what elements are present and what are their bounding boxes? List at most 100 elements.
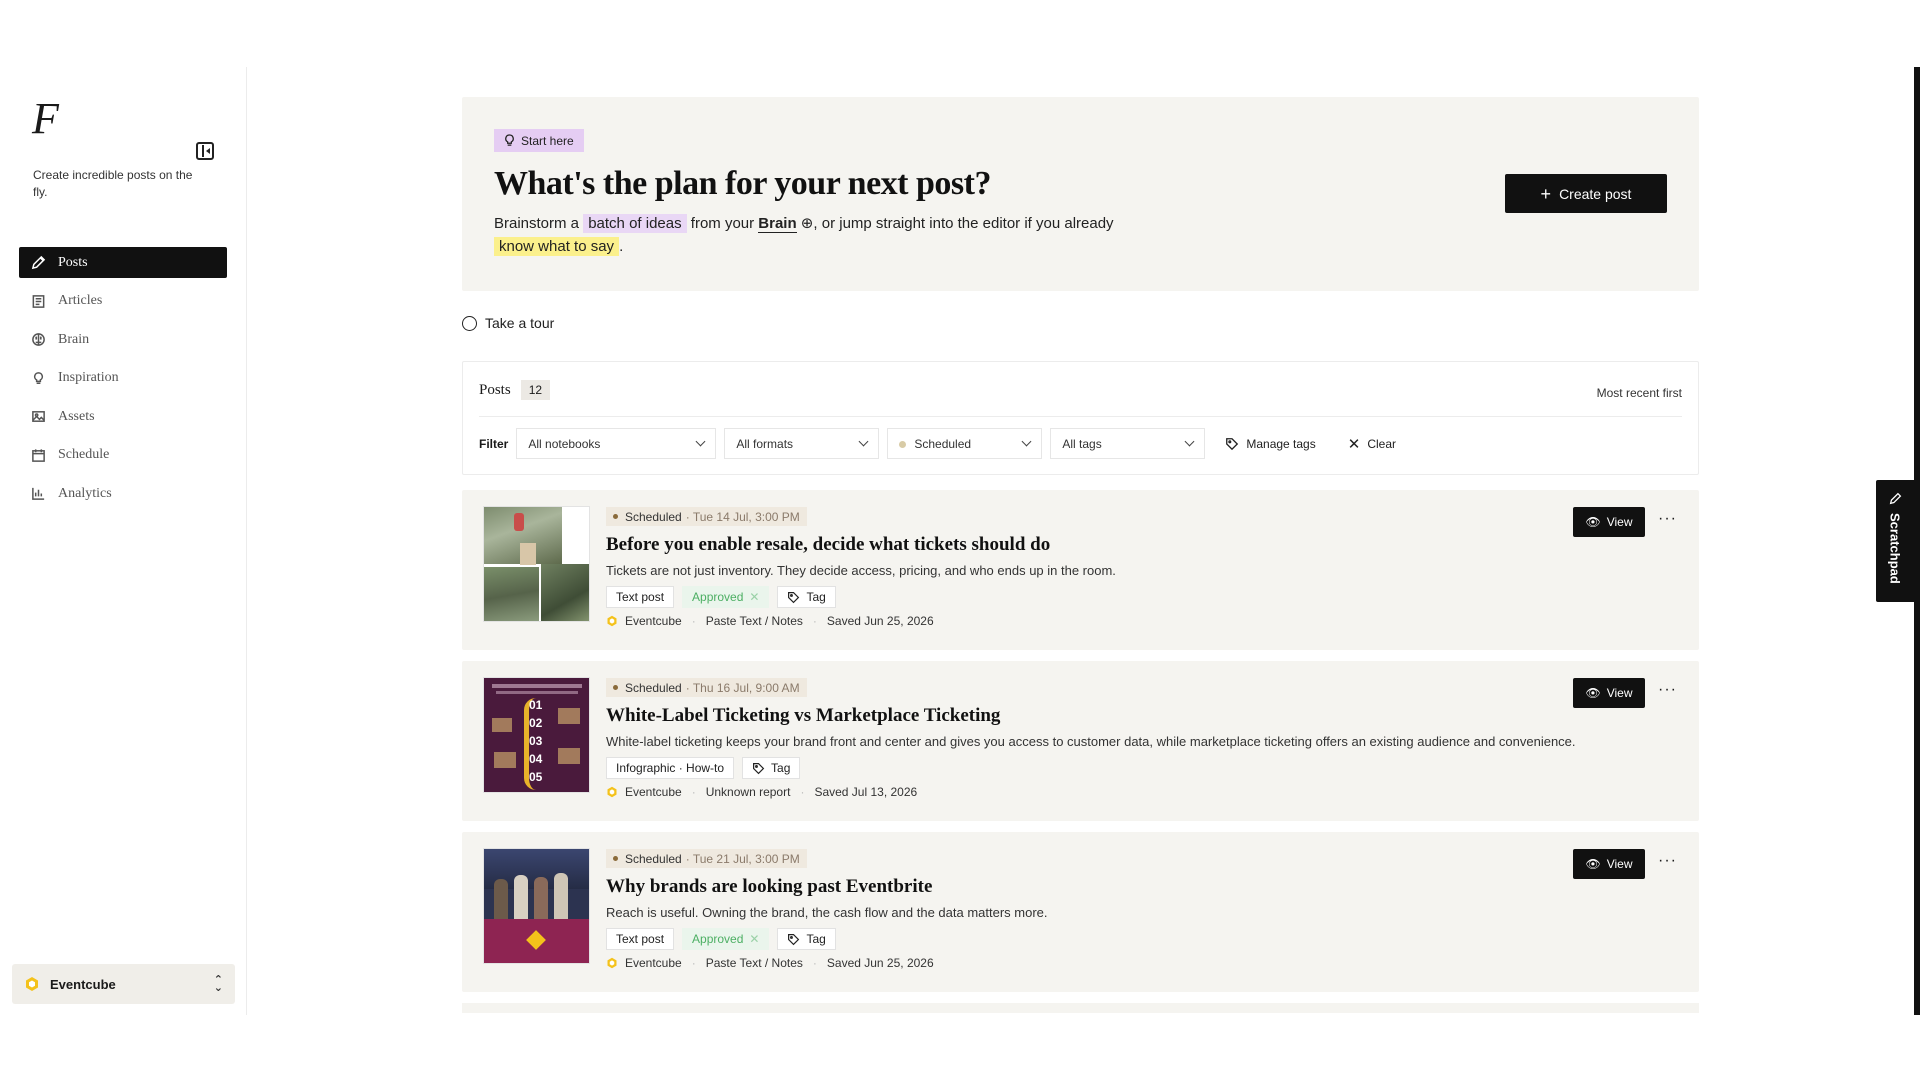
post-chips: Text post Approved ✕ Tag bbox=[606, 586, 1681, 608]
post-saved-date: Saved Jun 25, 2026 bbox=[826, 956, 934, 970]
sidebar-item-articles[interactable]: Articles bbox=[19, 286, 227, 317]
view-label: View bbox=[1606, 515, 1633, 529]
sidebar-item-label: Schedule bbox=[58, 447, 110, 462]
brain-icon: ⊕ bbox=[796, 215, 814, 232]
sidebar-item-analytics[interactable]: Analytics bbox=[19, 478, 227, 509]
post-meta: Eventcube · Paste Text / Notes · Saved J… bbox=[606, 614, 1681, 628]
format-chip: Infographic · How-to bbox=[606, 757, 735, 779]
scratchpad-label: Scratchpad bbox=[1887, 513, 1903, 584]
post-title[interactable]: Why brands are looking past Eventbrite bbox=[606, 876, 1681, 898]
sidebar-item-schedule[interactable]: Schedule bbox=[19, 440, 227, 471]
post-description: White-label ticketing keeps your brand f… bbox=[606, 734, 1576, 749]
next-post-card-edge bbox=[462, 1003, 1699, 1013]
post-source: Paste Text / Notes bbox=[705, 614, 803, 628]
eventcube-logo-icon bbox=[607, 615, 617, 627]
posts-title: Posts bbox=[479, 381, 511, 398]
eye-icon: 👁 bbox=[1585, 857, 1601, 871]
post-thumbnail-photo-collage bbox=[483, 506, 590, 622]
sidebar: F Create incredible posts on the fly. Po… bbox=[0, 67, 247, 1015]
collapse-sidebar-icon[interactable] bbox=[196, 142, 214, 160]
infographic-step: 04 bbox=[529, 752, 543, 766]
infographic-step: 03 bbox=[529, 734, 543, 748]
more-options-icon[interactable]: ··· bbox=[1658, 682, 1677, 698]
brain-link[interactable]: Brain bbox=[758, 215, 797, 233]
tag-chip[interactable]: Tag bbox=[777, 586, 836, 608]
approved-label: Approved bbox=[692, 590, 744, 604]
brand-name: Eventcube bbox=[625, 614, 682, 628]
clear-filters-button[interactable]: ✕ Clear bbox=[1336, 428, 1408, 459]
sidebar-nav: Posts Articles Brain Inspiration Assets … bbox=[19, 247, 227, 517]
lightbulb-icon bbox=[31, 371, 46, 386]
manage-tags-button[interactable]: Manage tags bbox=[1213, 428, 1327, 459]
manage-tags-label: Manage tags bbox=[1246, 436, 1316, 451]
eventcube-logo-icon bbox=[607, 786, 617, 798]
approved-chip[interactable]: Approved ✕ bbox=[682, 928, 770, 950]
scratchpad-tab[interactable]: Scratchpad bbox=[1876, 480, 1914, 602]
tags-select[interactable]: All tags bbox=[1050, 428, 1206, 459]
view-button[interactable]: 👁 View bbox=[1573, 849, 1645, 879]
post-source: Paste Text / Notes bbox=[705, 956, 803, 970]
more-options-icon[interactable]: ··· bbox=[1658, 511, 1677, 527]
formats-select-value: All formats bbox=[736, 436, 794, 451]
infographic-step: 01 bbox=[529, 698, 543, 712]
status-select[interactable]: Scheduled bbox=[887, 428, 1043, 459]
scheduled-time: · Tue 14 Jul, 3:00 PM bbox=[685, 509, 800, 524]
create-post-button[interactable]: + Create post bbox=[1505, 174, 1667, 213]
highlight-batch-of-ideas: batch of ideas bbox=[583, 214, 687, 233]
formats-select[interactable]: All formats bbox=[724, 428, 880, 459]
sidebar-item-assets[interactable]: Assets bbox=[19, 401, 227, 432]
close-icon[interactable]: ✕ bbox=[749, 590, 759, 604]
infographic-step: 05 bbox=[529, 770, 543, 784]
post-title[interactable]: Before you enable resale, decide what ti… bbox=[606, 534, 1681, 556]
brand-name: Eventcube bbox=[625, 956, 682, 970]
pencil-icon bbox=[1889, 492, 1901, 505]
sidebar-item-brain[interactable]: Brain bbox=[19, 324, 227, 355]
hero-subtitle: Brainstorm a batch of ideas from your Br… bbox=[494, 212, 1134, 258]
brand-label: Eventcube bbox=[606, 785, 682, 799]
sidebar-item-inspiration[interactable]: Inspiration bbox=[19, 363, 227, 394]
post-source: Unknown report bbox=[705, 785, 791, 799]
posts-count-badge: 12 bbox=[520, 380, 551, 400]
create-post-label: Create post bbox=[1559, 185, 1632, 202]
tag-chip[interactable]: Tag bbox=[777, 928, 836, 950]
scheduled-time: · Thu 16 Jul, 9:00 AM bbox=[685, 680, 800, 695]
post-meta: Eventcube · Paste Text / Notes · Saved J… bbox=[606, 956, 1681, 970]
close-icon[interactable]: ✕ bbox=[749, 932, 759, 946]
calendar-icon bbox=[31, 448, 46, 463]
hero-sub-text: from your bbox=[686, 215, 759, 232]
view-button[interactable]: 👁 View bbox=[1573, 678, 1645, 708]
post-card[interactable]: Scheduled · Tue 14 Jul, 3:00 PM Before yo… bbox=[462, 490, 1699, 650]
chevron-down-icon bbox=[858, 436, 869, 447]
eventcube-logo-icon bbox=[26, 977, 38, 991]
take-a-tour-link[interactable]: Take a tour bbox=[462, 315, 554, 331]
post-card[interactable]: Scheduled · Tue 21 Jul, 3:00 PM Why brand… bbox=[462, 832, 1699, 992]
post-chips: Infographic · How-to Tag bbox=[606, 757, 1681, 779]
posts-filter-panel: Posts 12 Most recent first Filter All no… bbox=[462, 361, 1699, 475]
notebooks-select[interactable]: All notebooks bbox=[516, 428, 717, 459]
scheduled-badge: Scheduled · Tue 21 Jul, 3:00 PM bbox=[606, 849, 807, 868]
filter-row: Filter All notebooks All formats Schedul… bbox=[479, 428, 1408, 459]
post-title[interactable]: White-Label Ticketing vs Marketplace Tic… bbox=[606, 705, 1681, 727]
tag-label: Tag bbox=[806, 932, 826, 946]
more-options-icon[interactable]: ··· bbox=[1658, 853, 1677, 869]
divider bbox=[479, 416, 1682, 417]
posts-heading: Posts 12 bbox=[479, 380, 551, 400]
app-logo[interactable]: F bbox=[32, 97, 59, 141]
status-dot bbox=[899, 440, 907, 448]
app-tagline: Create incredible posts on the fly. bbox=[33, 168, 193, 199]
view-button[interactable]: 👁 View bbox=[1573, 507, 1645, 537]
post-saved-date: Saved Jul 13, 2026 bbox=[814, 785, 918, 799]
workspace-name: Eventcube bbox=[50, 976, 116, 992]
bar-chart-icon bbox=[31, 486, 46, 501]
post-card[interactable]: 01 02 03 04 05 Scheduled · Thu 16 Jul, 9:… bbox=[462, 661, 1699, 821]
eye-icon: 👁 bbox=[1585, 686, 1601, 700]
sidebar-item-label: Inspiration bbox=[58, 370, 119, 385]
chevron-down-icon bbox=[1184, 436, 1195, 447]
sidebar-item-label: Analytics bbox=[58, 485, 112, 501]
workspace-switcher[interactable]: Eventcube ⌃ ⌄ bbox=[12, 964, 235, 1004]
tag-chip[interactable]: Tag bbox=[742, 757, 801, 779]
sort-dropdown[interactable]: Most recent first bbox=[1597, 386, 1682, 400]
approved-chip[interactable]: Approved ✕ bbox=[682, 586, 770, 608]
post-meta: Eventcube · Unknown report · Saved Jul 1… bbox=[606, 785, 1681, 799]
sidebar-item-posts[interactable]: Posts bbox=[19, 247, 227, 278]
